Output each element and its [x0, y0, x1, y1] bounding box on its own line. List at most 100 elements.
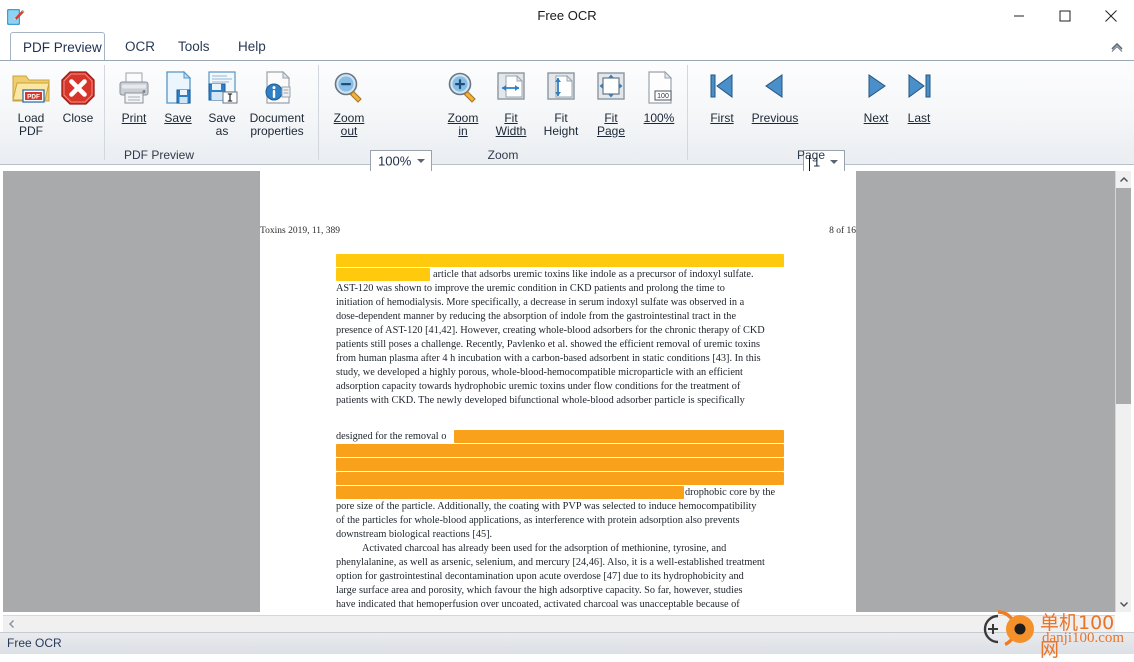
close-pdf-button[interactable]: Close: [52, 67, 104, 125]
previous-page-label: Previous: [751, 111, 799, 125]
fit-width-icon: [485, 67, 537, 109]
ribbon-group-page: First Previous 1 Next Last Page: [688, 61, 934, 173]
doc-line: patients with CKD. The newly developed b…: [336, 395, 745, 406]
maximize-button[interactable]: [1042, 0, 1088, 32]
scroll-down-button[interactable]: [1116, 595, 1131, 612]
vertical-scrollbar-thumb[interactable]: [1116, 188, 1131, 404]
ribbon-group-pdf-preview: PDF Load PDF Close Print Save Save as Do…: [0, 61, 318, 164]
fit-height-button[interactable]: Fit Height: [535, 67, 587, 138]
status-bar-text: Free OCR: [7, 636, 62, 650]
close-pdf-label: Close: [62, 111, 94, 125]
doc-line: adsorption capacity towards hydrophobic …: [336, 381, 741, 392]
doc-line: from human plasma after 4 h incubation w…: [336, 353, 761, 364]
horizontal-scrollbar[interactable]: [3, 615, 1115, 632]
page-100-icon: 100: [633, 67, 685, 109]
skip-first-icon: [696, 67, 748, 109]
last-page-label: Last: [907, 111, 931, 125]
load-pdf-button[interactable]: PDF Load PDF: [5, 67, 57, 138]
highlight-yellow-line1: [336, 254, 784, 267]
doc-line: article that adsorbs uremic toxins like …: [433, 269, 754, 280]
tab-tools[interactable]: Tools: [166, 33, 222, 61]
doc-line: option for gastrointestinal decontaminat…: [336, 571, 744, 582]
magnifier-plus-icon: [437, 67, 489, 109]
ribbon-group-pdf-preview-label: PDF Preview: [123, 148, 194, 162]
ribbon-group-zoom-label: Zoom: [487, 148, 519, 162]
tab-ocr[interactable]: OCR: [113, 33, 167, 61]
zoom-out-label: Zoom out: [333, 111, 365, 138]
fit-width-button[interactable]: Fit Width: [485, 67, 537, 138]
ribbon-group-zoom: Zoom out 100% Zoom in Fit Width Fit Heig…: [319, 61, 687, 172]
skip-last-icon: [893, 67, 945, 109]
doc-line: patients still poses a challenge. Recent…: [336, 339, 761, 350]
doc-line: pore size of the particle. Additionally,…: [336, 501, 757, 512]
doc-line: phenylalanine, as well as arsenic, selen…: [336, 557, 765, 568]
folder-pdf-icon: PDF: [5, 67, 57, 109]
ribbon-tab-strip: PDF Preview OCR Tools Help: [0, 32, 1134, 62]
load-pdf-label: Load PDF: [17, 111, 45, 138]
doc-line: drophobic core by the: [685, 487, 776, 498]
fit-width-label: Fit Width: [495, 111, 527, 138]
next-page-label: Next: [863, 111, 889, 125]
highlight-orange-line5: [336, 486, 684, 499]
minimize-button[interactable]: [996, 0, 1042, 32]
first-page-label: First: [710, 111, 734, 125]
svg-text:100: 100: [657, 93, 669, 100]
doc-line: large surface area and porosity, which f…: [336, 585, 743, 596]
last-page-button[interactable]: Last: [893, 67, 945, 125]
doc-line: AST-120 was shown to improve the uremic …: [336, 283, 725, 294]
pdf-viewer-canvas[interactable]: Toxins 2019, 11, 389 8 of 16 article tha…: [3, 171, 1115, 612]
title-bar: Free OCR: [0, 0, 1134, 32]
collapse-ribbon-button[interactable]: [1108, 40, 1126, 54]
magnifier-minus-icon: [323, 67, 375, 109]
free-ocr-window: Free OCR PDF Preview OCR Tools Help PDF …: [0, 0, 1134, 661]
tab-pdf-preview-label: PDF Preview: [23, 40, 102, 55]
highlight-orange-line4: [336, 472, 784, 485]
pdf-page[interactable]: Toxins 2019, 11, 389 8 of 16 article tha…: [260, 171, 856, 612]
doc-line: Activated charcoal has already been used…: [362, 543, 727, 554]
fit-height-label: Fit Height: [543, 111, 579, 138]
document-properties-button[interactable]: Document properties: [238, 67, 316, 138]
previous-page-button[interactable]: Previous: [744, 67, 806, 125]
tab-help[interactable]: Help: [226, 33, 278, 61]
doc-line: dose-dependent manner by reducing the ab…: [336, 311, 737, 322]
actual-size-button[interactable]: 100 100%: [633, 67, 685, 125]
zoom-in-label: Zoom in: [447, 111, 479, 138]
window-title: Free OCR: [537, 8, 597, 23]
fit-height-icon: [535, 67, 587, 109]
doc-line: initiation of hemodialysis. More specifi…: [336, 297, 745, 308]
ribbon-group-page-label: Page: [796, 148, 826, 162]
fit-page-label: Fit Page: [596, 111, 626, 138]
first-page-button[interactable]: First: [696, 67, 748, 125]
status-bar: Free OCR: [0, 632, 1134, 654]
group-divider: [104, 65, 105, 160]
zoom-in-button[interactable]: Zoom in: [437, 67, 489, 138]
journal-citation: Toxins 2019, 11, 389: [260, 226, 340, 236]
document-properties-label: Document properties: [249, 111, 305, 138]
doc-line: designed for the removal o: [336, 431, 447, 442]
close-octagon-icon: [52, 67, 104, 109]
ribbon: PDF Load PDF Close Print Save Save as Do…: [0, 42, 1134, 173]
zoom-out-button[interactable]: Zoom out: [323, 67, 375, 138]
scroll-up-button[interactable]: [1116, 171, 1131, 188]
actual-size-label: 100%: [643, 111, 675, 125]
highlight-orange-line3: [336, 458, 784, 471]
doc-line: of the particles for whole-blood applica…: [336, 515, 740, 526]
tab-pdf-preview[interactable]: PDF Preview: [10, 32, 105, 62]
doc-line: presence of AST-120 [41,42]. However, cr…: [336, 325, 765, 336]
triangle-left-icon: [744, 67, 806, 109]
doc-line: downstream biological reactions [45].: [336, 529, 493, 540]
doc-line: have indicated that hemoperfusion over u…: [336, 599, 740, 610]
scroll-left-button[interactable]: [3, 616, 20, 632]
highlight-yellow-line2: [336, 268, 430, 281]
fit-page-icon: [585, 67, 637, 109]
tab-help-label: Help: [238, 39, 266, 54]
page-number-label: 8 of 16: [829, 226, 856, 236]
highlight-orange-line2: [336, 444, 784, 457]
close-window-button[interactable]: [1088, 0, 1134, 32]
tab-ocr-label: OCR: [125, 39, 155, 54]
tab-tools-label: Tools: [178, 39, 210, 54]
doc-line: study, we developed a highly porous, who…: [336, 367, 743, 378]
vertical-scrollbar[interactable]: [1115, 171, 1131, 612]
fit-page-button[interactable]: Fit Page: [585, 67, 637, 138]
document-info-icon: [238, 67, 316, 109]
